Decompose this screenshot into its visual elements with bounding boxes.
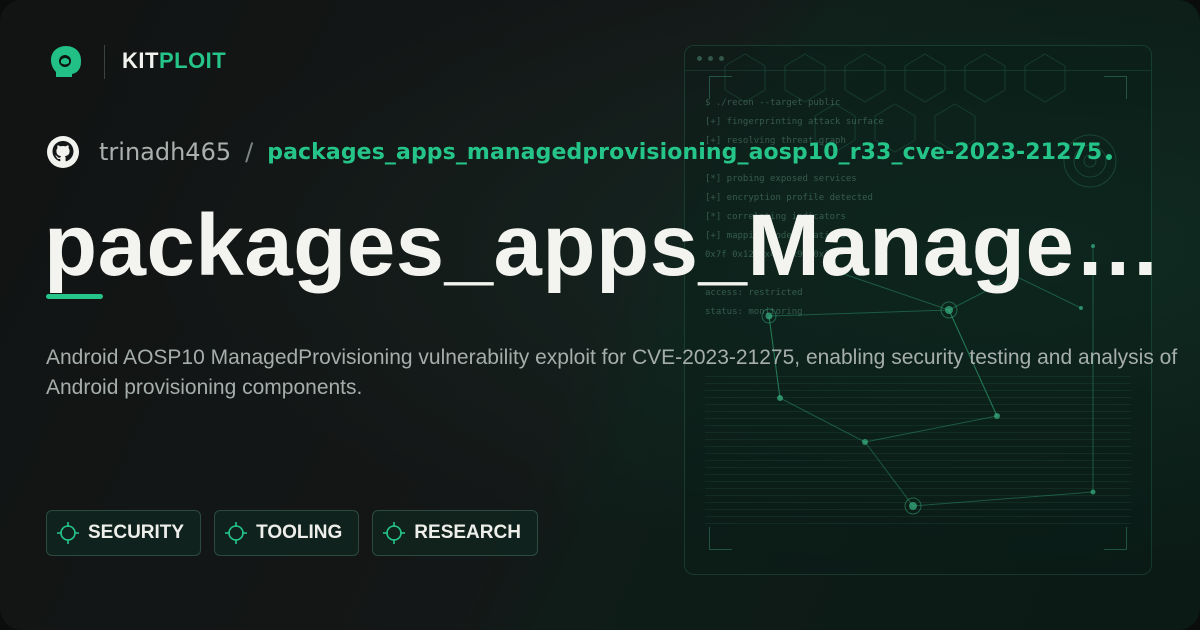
tag-list: SECURITY TOOLING RESEARCH bbox=[46, 510, 538, 556]
title-underline bbox=[46, 294, 103, 299]
description: Android AOSP10 ManagedProvisioning vulne… bbox=[46, 346, 1178, 399]
crosshair-icon bbox=[225, 522, 248, 544]
tag-label: TOOLING bbox=[256, 522, 343, 543]
crosshair-icon bbox=[383, 522, 406, 544]
repo-path: trinadh465 / packages_apps_managedprovis… bbox=[46, 132, 1113, 172]
page-title: packages_apps_Manage… bbox=[44, 197, 1162, 294]
network-graph bbox=[724, 53, 1117, 515]
og-card: $ ./recon --target public [+] fingerprint… bbox=[0, 0, 1200, 630]
status-dot-icon bbox=[1106, 154, 1113, 160]
tag-research[interactable]: RESEARCH bbox=[372, 510, 538, 556]
tag-tooling[interactable]: TOOLING bbox=[214, 510, 360, 556]
brand-name: KITPLOIT bbox=[122, 48, 226, 74]
repo-owner[interactable]: trinadh465 bbox=[99, 138, 231, 166]
repo-name[interactable]: packages_apps_managedprovisioning_aosp10… bbox=[267, 140, 1102, 165]
tag-label: SECURITY bbox=[88, 522, 185, 543]
header-divider bbox=[104, 45, 105, 79]
repo-separator: / bbox=[245, 138, 254, 166]
terminal-panel: $ ./recon --target public [+] fingerprint… bbox=[684, 45, 1152, 575]
brand-part-2: PLOIT bbox=[158, 48, 227, 73]
tag-label: RESEARCH bbox=[414, 522, 521, 543]
crosshair-icon bbox=[57, 522, 79, 544]
tag-security[interactable]: SECURITY bbox=[46, 510, 202, 556]
kitploit-logo-icon bbox=[51, 46, 81, 77]
brand-part-1: KIT bbox=[122, 48, 159, 73]
github-icon bbox=[47, 136, 79, 168]
